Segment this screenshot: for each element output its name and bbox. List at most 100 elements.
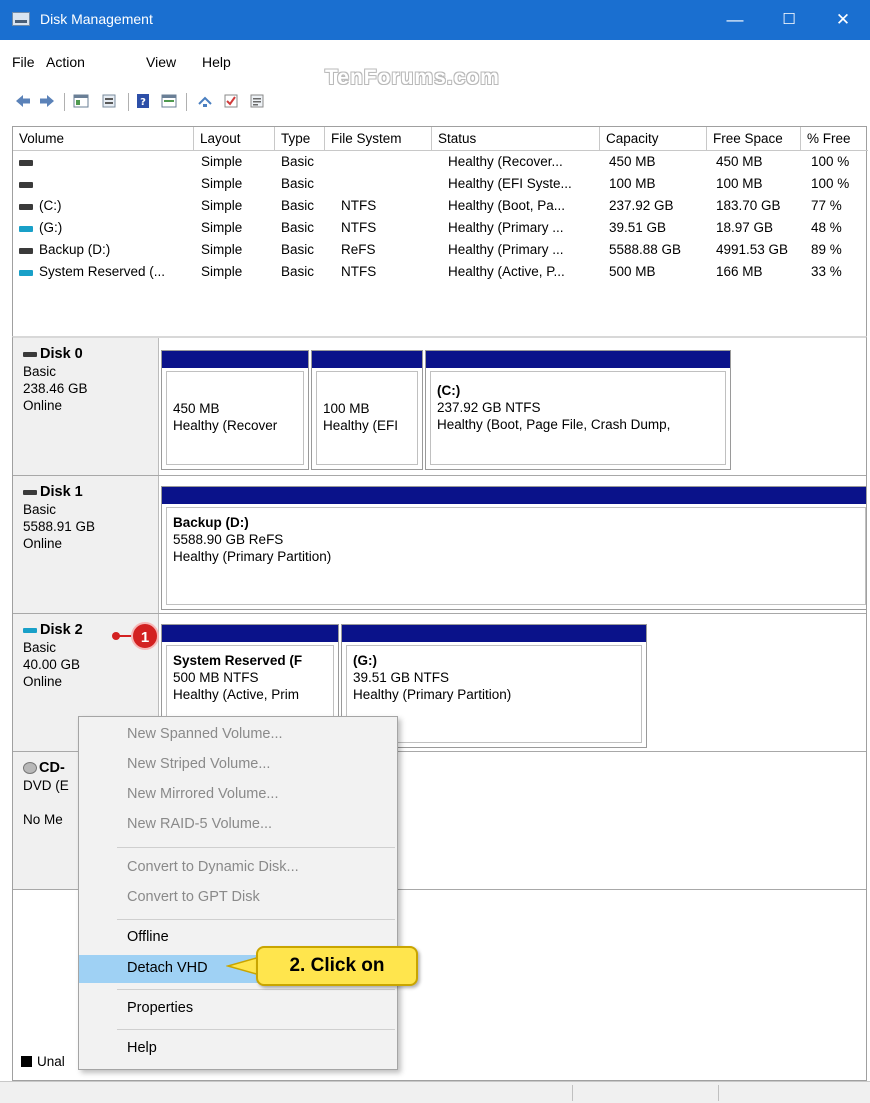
disk-icon [19,182,33,188]
volume-row[interactable]: (C:) Simple Basic NTFS Healthy (Boot, Pa… [13,196,866,218]
disk-list-icon[interactable] [100,92,118,110]
column-header-file-system[interactable]: File System [325,127,432,151]
volume-status: Healthy (Boot, Pa... [448,198,566,213]
partition-efi[interactable]: 100 MB Healthy (EFI [311,350,423,470]
help-book-icon[interactable]: ? [134,92,152,110]
disk-row-1: Disk 1 Basic 5588.91 GB Online Backup (D… [13,476,866,614]
volume-type: Basic [281,264,315,279]
volume-file-system: ReFS [341,242,376,257]
column-header-free-space[interactable]: Free Space [707,127,801,151]
volume-capacity: 237.92 GB [609,198,674,213]
partition-title: Backup (D:) [173,515,249,530]
disk-name: CD- [39,760,65,776]
console-tree-icon[interactable] [72,92,90,110]
volume-free-space: 100 MB [716,176,763,191]
volume-status: Healthy (Recover... [448,154,563,169]
watermark: TenForums.com [325,66,500,89]
partition-c[interactable]: (C:) 237.92 GB NTFS Healthy (Boot, Page Fi… [425,350,731,470]
callout-arrow-icon [226,956,260,976]
menu-item-help[interactable]: Help [79,1035,397,1063]
disk-0-label[interactable]: Disk 0 Basic 238.46 GB Online [13,338,159,475]
volume-free-space: 18.97 GB [716,220,774,235]
disk-icon [19,248,33,254]
partition-status: Healthy (Primary Partition) [353,687,512,702]
legend-unallocated: Unal [21,1054,65,1069]
window-title: Disk Management [40,11,153,27]
partition-status: Healthy (Active, Prim [173,687,300,702]
disk-name: Disk 2 [40,622,83,638]
volume-name: Backup (D:) [39,242,111,257]
volume-row[interactable]: Simple Basic Healthy (Recover... 450 MB … [13,152,866,174]
volume-row[interactable]: Simple Basic Healthy (EFI Syste... 100 M… [13,174,866,196]
close-button[interactable]: ✕ [816,0,870,40]
volume-row[interactable]: (G:) Simple Basic NTFS Healthy (Primary … [13,218,866,240]
volume-percent-free: 100 % [811,176,850,191]
menu-view[interactable]: View [146,54,176,70]
partition-size: 5588.90 GB ReFS [173,532,284,547]
volume-row[interactable]: System Reserved (... Simple Basic NTFS H… [13,262,866,284]
menu-item-convert-to-dynamic-disk: Convert to Dynamic Disk... [127,859,299,875]
volume-layout: Simple [201,264,243,279]
minimize-button[interactable]: — [708,0,762,40]
column-header-status[interactable]: Status [432,127,600,151]
title-bar: Disk Management — ☐ ✕ [0,0,870,40]
volume-view-icon[interactable] [160,92,178,110]
menu-file[interactable]: File [12,54,35,70]
partition-status: Healthy (Primary Partition) [173,549,332,564]
volume-type: Basic [281,154,315,169]
partition-title: System Reserved (F [173,653,303,668]
menu-action[interactable]: Action [46,54,85,70]
back-icon[interactable] [14,92,32,110]
volume-row[interactable]: Backup (D:) Simple Basic ReFS Healthy (P… [13,240,866,262]
partition-recovery[interactable]: 450 MB Healthy (Recover [161,350,309,470]
column-header-volume[interactable]: Volume [13,127,194,151]
vhd-disk-icon [19,270,33,276]
vhd-disk-icon [23,627,37,633]
volume-percent-free: 89 % [811,242,842,257]
volume-percent-free: 100 % [811,154,850,169]
disk-row-0: Disk 0 Basic 238.46 GB Online 450 MB Heal… [13,338,866,476]
settings-sheet-icon[interactable] [248,92,266,110]
check-properties-icon[interactable] [222,92,240,110]
column-header-layout[interactable]: Layout [194,127,275,151]
partition-size: 500 MB NTFS [173,670,259,685]
disk-management-app-icon [12,12,30,26]
maximize-button[interactable]: ☐ [762,0,816,40]
cdrom-icon [23,762,37,775]
forward-icon[interactable] [38,92,56,110]
disk-state: Online [23,674,63,689]
volume-layout: Simple [201,176,243,191]
disk-name: Disk 0 [40,346,83,362]
column-header-type[interactable]: Type [275,127,325,151]
disk-size: 5588.91 GB [23,519,96,534]
volume-status: Healthy (Active, P... [448,264,565,279]
column-header-capacity[interactable]: Capacity [600,127,707,151]
volume-status: Healthy (Primary ... [448,242,564,257]
volume-percent-free: 77 % [811,198,842,213]
disk-state: Online [23,536,63,551]
partition-status: Healthy (Boot, Page File, Crash Dump, [437,417,671,432]
menu-item-new-striped-volume: New Striped Volume... [127,756,271,772]
menu-help[interactable]: Help [202,54,231,70]
legend-label: Unal [37,1054,65,1069]
partition-backup-d[interactable]: Backup (D:) 5588.90 GB ReFS Healthy (Prima… [161,486,866,610]
disk-1-label[interactable]: Disk 1 Basic 5588.91 GB Online [13,476,159,613]
menu-item-properties[interactable]: Properties [79,995,397,1023]
context-menu: New Spanned Volume... New Striped Volume… [78,716,398,1070]
disk-name: Disk 1 [40,484,83,500]
volume-list: Volume Layout Type File System Status Ca… [12,126,868,336]
disk-size: 238.46 GB [23,381,88,396]
menu-item-new-raid5-volume: New RAID-5 Volume... [127,816,273,832]
volume-capacity: 100 MB [609,176,656,191]
menu-separator [117,1029,395,1030]
unallocated-swatch [21,1056,32,1067]
disk-icon [19,160,33,166]
volume-name: System Reserved (... [39,264,166,279]
partition-size: 100 MB [323,401,370,416]
volume-percent-free: 33 % [811,264,842,279]
volume-type: Basic [281,220,315,235]
connect-icon[interactable] [196,92,214,110]
column-header-percent-free[interactable]: % Free [801,127,868,151]
disk-state: Online [23,398,63,413]
volume-free-space: 450 MB [716,154,763,169]
